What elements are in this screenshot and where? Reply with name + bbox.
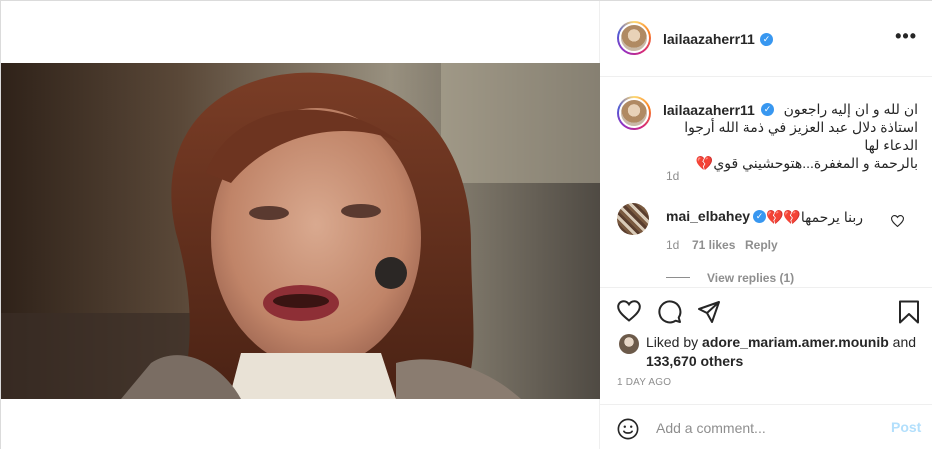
caption-username[interactable]: lailaazaherr11: [663, 102, 755, 118]
comments-section: ان لله و ان إليه راجعون استاذة دلال عبد …: [600, 78, 932, 287]
replies-divider: [666, 277, 690, 278]
comment-timestamp[interactable]: 1d: [666, 238, 679, 252]
likes-count[interactable]: 133,670 others: [646, 353, 743, 369]
post-timestamp[interactable]: 1 DAY AGO: [617, 377, 671, 388]
reply-button[interactable]: Reply: [745, 238, 778, 252]
post-media: [1, 1, 600, 449]
post-comment-button[interactable]: Post: [891, 419, 921, 435]
comment-text: ربنا يرحمها💔💔: [766, 209, 863, 225]
bookmark-icon[interactable]: [898, 300, 920, 324]
verified-badge-icon: ✓: [761, 103, 774, 116]
comment-input[interactable]: [656, 417, 876, 439]
comment-like-heart-icon[interactable]: [891, 215, 904, 227]
caption-line-3: بالرحمة و المغفرة...هتوحشيني قوي💔: [695, 155, 918, 171]
verified-badge-icon: ✓: [753, 210, 766, 223]
add-comment-bar: Post: [600, 404, 932, 449]
commenter-avatar[interactable]: [617, 203, 649, 235]
more-options-icon[interactable]: •••: [895, 27, 917, 45]
comment-likes[interactable]: 71 likes: [692, 238, 735, 252]
post-photo[interactable]: [1, 63, 600, 399]
comment-icon[interactable]: [658, 300, 682, 324]
author-avatar[interactable]: [617, 21, 651, 55]
emoji-icon[interactable]: [617, 418, 639, 440]
liked-and: and: [888, 334, 917, 350]
heart-icon[interactable]: [617, 300, 641, 322]
post-header: lailaazaherr11 ✓ •••: [600, 1, 932, 77]
instagram-post-modal: lailaazaherr11 ✓ ••• ان لله و ان إليه را…: [0, 0, 932, 449]
liker-avatar[interactable]: [619, 334, 639, 354]
share-icon[interactable]: [697, 300, 721, 324]
caption-timestamp[interactable]: 1d: [666, 169, 679, 183]
commenter-username[interactable]: mai_elbahey: [666, 208, 750, 224]
view-replies-button[interactable]: View replies (1): [707, 271, 794, 285]
caption-author-avatar[interactable]: [617, 96, 651, 130]
author-username[interactable]: lailaazaherr11: [663, 31, 755, 47]
liker-username[interactable]: adore_mariam.amer.mounib: [702, 334, 889, 350]
liked-by-prefix: Liked by: [646, 334, 703, 350]
caption-line-2: استاذة دلال عبد العزيز في ذمة الله أرجوا…: [684, 119, 918, 153]
likes-summary: Liked by adore_mariam.amer.mounib and 13…: [646, 333, 926, 371]
post-side-panel: lailaazaherr11 ✓ ••• ان لله و ان إليه را…: [600, 1, 932, 449]
verified-badge-icon: ✓: [760, 33, 773, 46]
